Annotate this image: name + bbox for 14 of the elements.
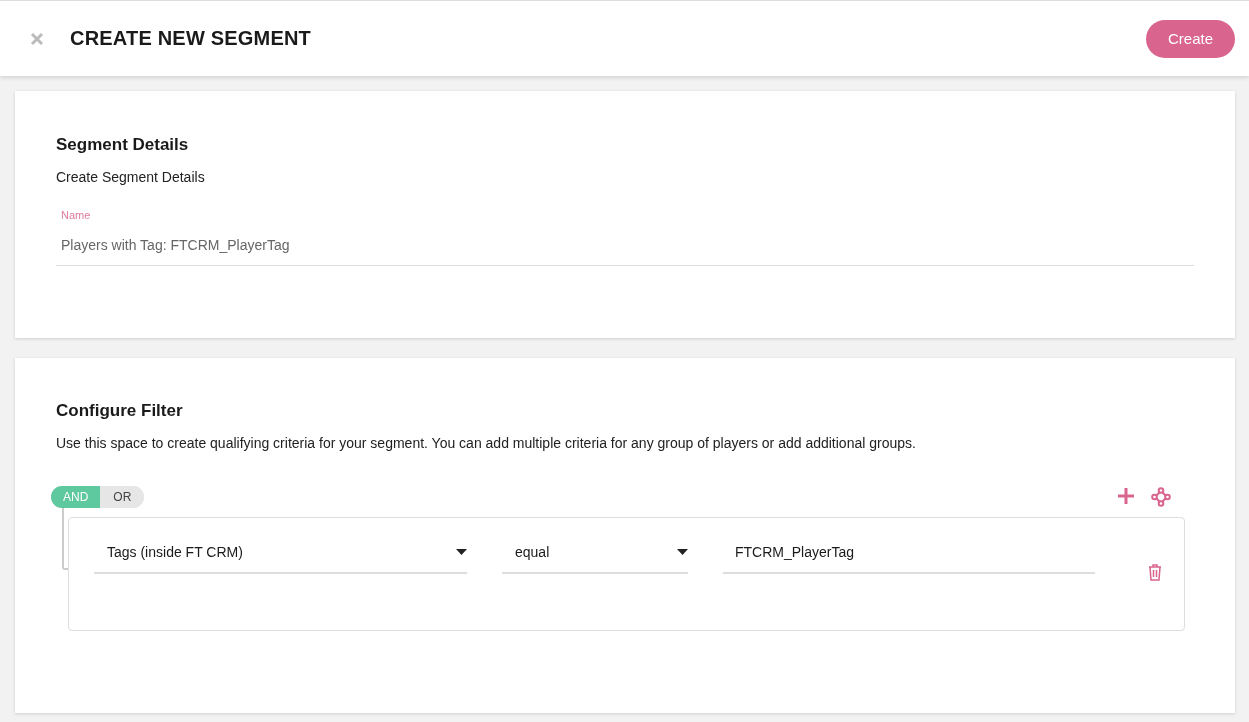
caret-icon [677, 549, 688, 555]
trash-icon[interactable] [1148, 564, 1162, 581]
section-description: Use this space to create qualifying criteria for your segment. You can add multiple criteria for any group of players or add additional groups. [56, 435, 917, 451]
section-title: Segment Details [56, 135, 190, 155]
field-label: Name [61, 209, 92, 221]
dropdown[interactable]: equal [502, 532, 688, 574]
dropdown[interactable]: Tags (inside FT CRM) [94, 532, 467, 574]
section-title: Configure Filter [56, 401, 184, 421]
plus-icon[interactable] [1117, 487, 1135, 507]
nodes-icon[interactable] [1151, 487, 1171, 507]
close-icon [30, 31, 44, 46]
section-subtitle: Create Segment Details [56, 169, 206, 185]
page-title: CREATE NEW SEGMENT [70, 27, 312, 50]
caret-icon [456, 549, 467, 555]
